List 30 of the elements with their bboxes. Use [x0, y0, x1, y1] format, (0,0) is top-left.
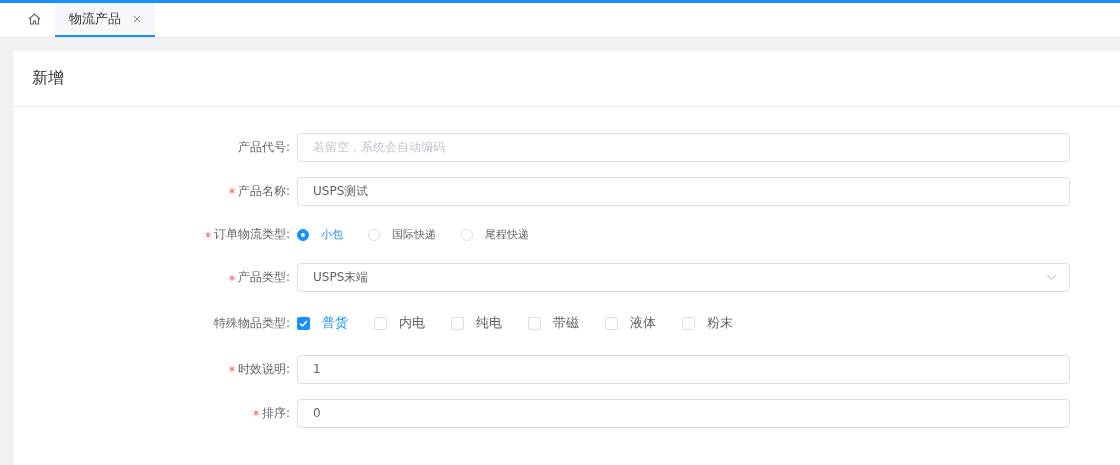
field-label: 产品名称:	[237, 182, 290, 200]
field-label: 订单物流类型:	[213, 226, 290, 243]
checkbox-option[interactable]: 粉末	[682, 314, 733, 332]
page-tab[interactable]: 物流产品	[55, 3, 155, 37]
required-icon	[228, 366, 235, 372]
text-field[interactable]: 0	[297, 398, 1070, 428]
home-icon	[28, 13, 41, 25]
checkbox-option[interactable]: 液体	[605, 314, 656, 332]
required-icon	[228, 274, 235, 281]
card-title: 新增	[32, 68, 64, 89]
chevron-down-icon	[1046, 274, 1057, 281]
select-field[interactable]: USPS末端	[297, 263, 1070, 292]
checkbox-option[interactable]: 带磁	[528, 314, 579, 332]
field-label: 特殊物品类型:	[213, 314, 290, 332]
text-field[interactable]: 1	[297, 354, 1070, 384]
checkbox-option[interactable]: 普货	[297, 314, 348, 332]
radio-option[interactable]: 国际快递	[368, 227, 436, 242]
field-label: 产品代号:	[237, 138, 290, 156]
radio-option[interactable]: 小包	[297, 227, 343, 242]
close-icon[interactable]	[133, 15, 141, 23]
required-icon	[204, 231, 211, 238]
field-label: 产品类型:	[237, 269, 290, 286]
checkbox-option[interactable]: 纯电	[451, 314, 502, 332]
checkbox-option[interactable]: 内电	[374, 314, 425, 332]
radio-option[interactable]: 尾程快递	[461, 227, 529, 242]
required-icon	[228, 188, 235, 194]
field-label: 排序:	[261, 404, 290, 422]
text-field[interactable]: USPS测试	[297, 176, 1070, 206]
required-icon	[252, 410, 259, 416]
field-label: 时效说明:	[237, 360, 290, 378]
